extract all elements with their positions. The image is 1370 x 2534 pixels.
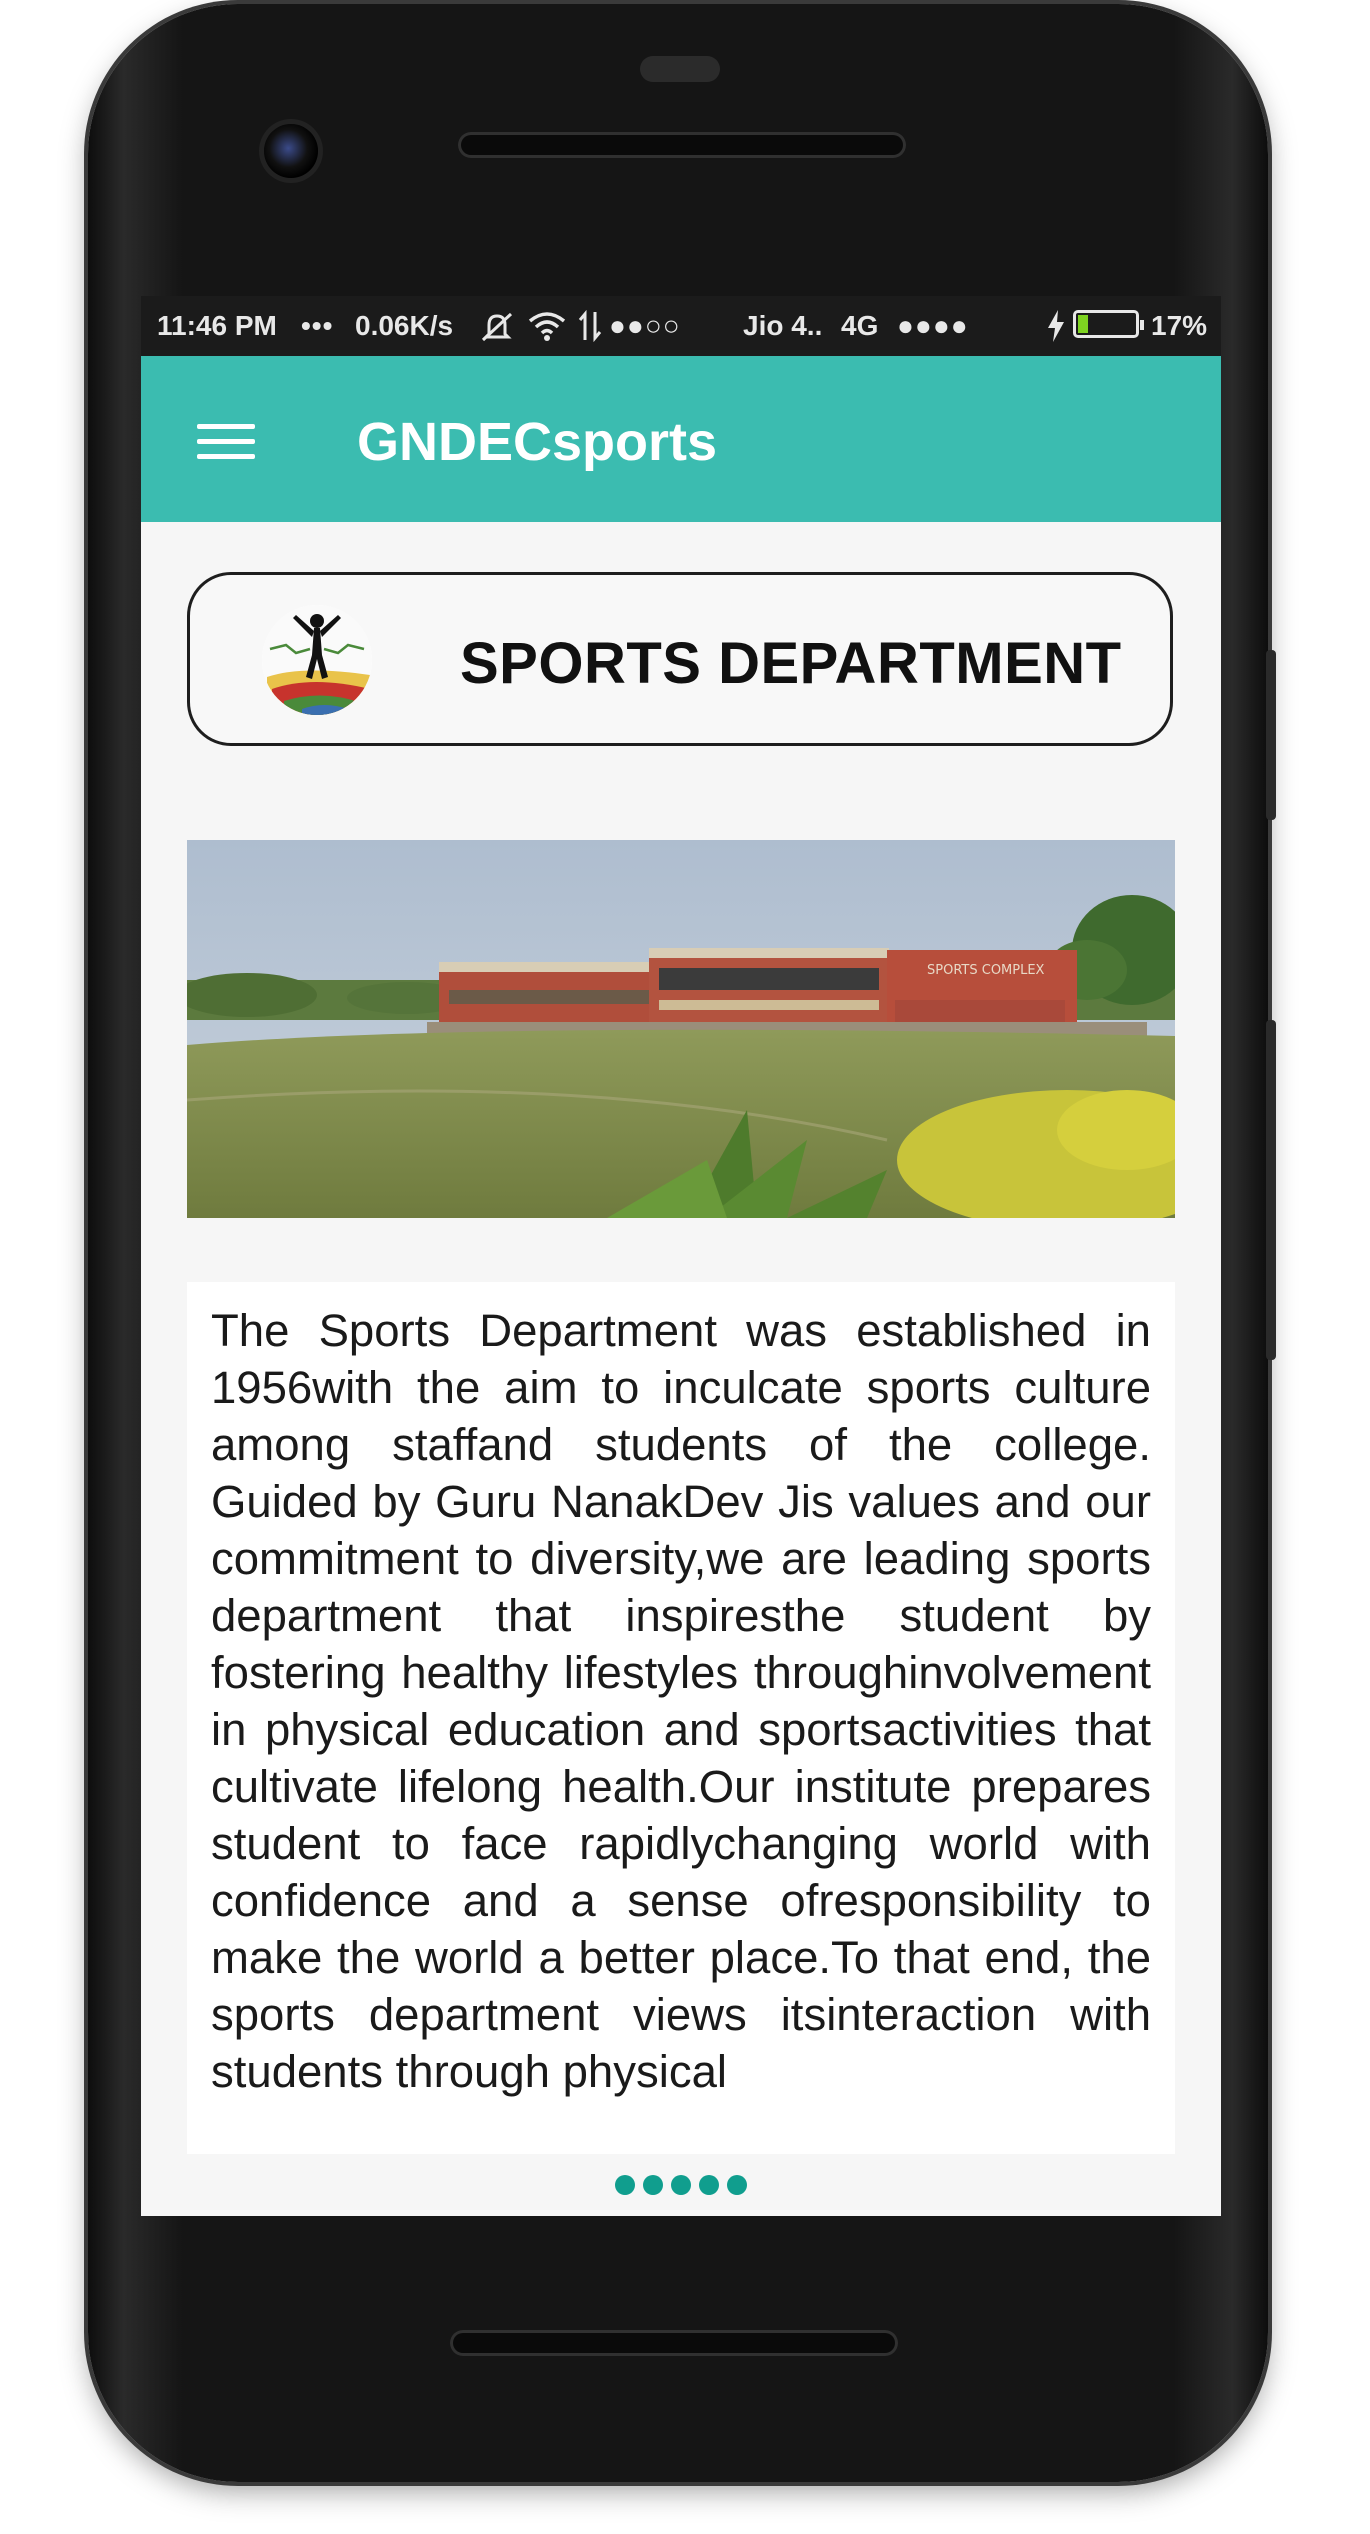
status-more: ••• <box>301 310 334 341</box>
status-network: 4G <box>841 310 879 341</box>
page-dot[interactable] <box>643 2175 663 2195</box>
page-dot[interactable] <box>699 2175 719 2195</box>
power-button <box>1266 650 1276 820</box>
battery-level <box>1078 315 1088 333</box>
page-dot[interactable] <box>671 2175 691 2195</box>
sports-complex-photo: SPORTS COMPLEX <box>187 840 1175 1218</box>
phone-sensor <box>640 56 720 82</box>
data-transfer-icon <box>578 310 602 342</box>
page-dot[interactable] <box>615 2175 635 2195</box>
bottom-speaker <box>450 2330 898 2356</box>
wifi-icon <box>528 312 566 341</box>
top-speaker <box>458 132 906 158</box>
status-time: 11:46 PM <box>157 310 277 341</box>
battery-percent: 17% <box>1151 310 1208 341</box>
runner-logo-icon <box>262 605 372 715</box>
app-title: GNDECsports <box>357 412 718 472</box>
page-dot[interactable] <box>727 2175 747 2195</box>
description-text: The Sports Department was established in… <box>211 1305 1151 2097</box>
department-header-card: SPORTS DEPARTMENT <box>187 572 1173 746</box>
phone-screen: 11:46 PM ••• 0.06K/s ●●○○ Jio 4.. 4G ●●●… <box>141 296 1221 2216</box>
charging-bolt-icon <box>1048 310 1064 342</box>
status-bar: 11:46 PM ••• 0.06K/s ●●○○ Jio 4.. 4G ●●●… <box>141 296 1221 356</box>
status-carrier: Jio 4.. <box>743 310 823 341</box>
hamburger-menu-icon[interactable] <box>197 424 255 460</box>
page-indicator[interactable] <box>141 2154 1221 2216</box>
app-bar: GNDECsports <box>141 356 1221 522</box>
signal-strength-1: ●●○○ <box>609 310 681 341</box>
building-sign: SPORTS COMPLEX <box>927 963 1045 978</box>
department-title: SPORTS DEPARTMENT <box>460 631 1122 696</box>
description-panel[interactable]: The Sports Department was established in… <box>187 1282 1175 2154</box>
volume-button <box>1266 1020 1276 1360</box>
signal-strength-2: ●●●● <box>897 310 969 341</box>
mute-bell-icon <box>481 312 513 342</box>
status-speed: 0.06K/s <box>355 310 454 341</box>
front-camera <box>264 124 318 178</box>
battery-icon <box>1073 310 1144 338</box>
